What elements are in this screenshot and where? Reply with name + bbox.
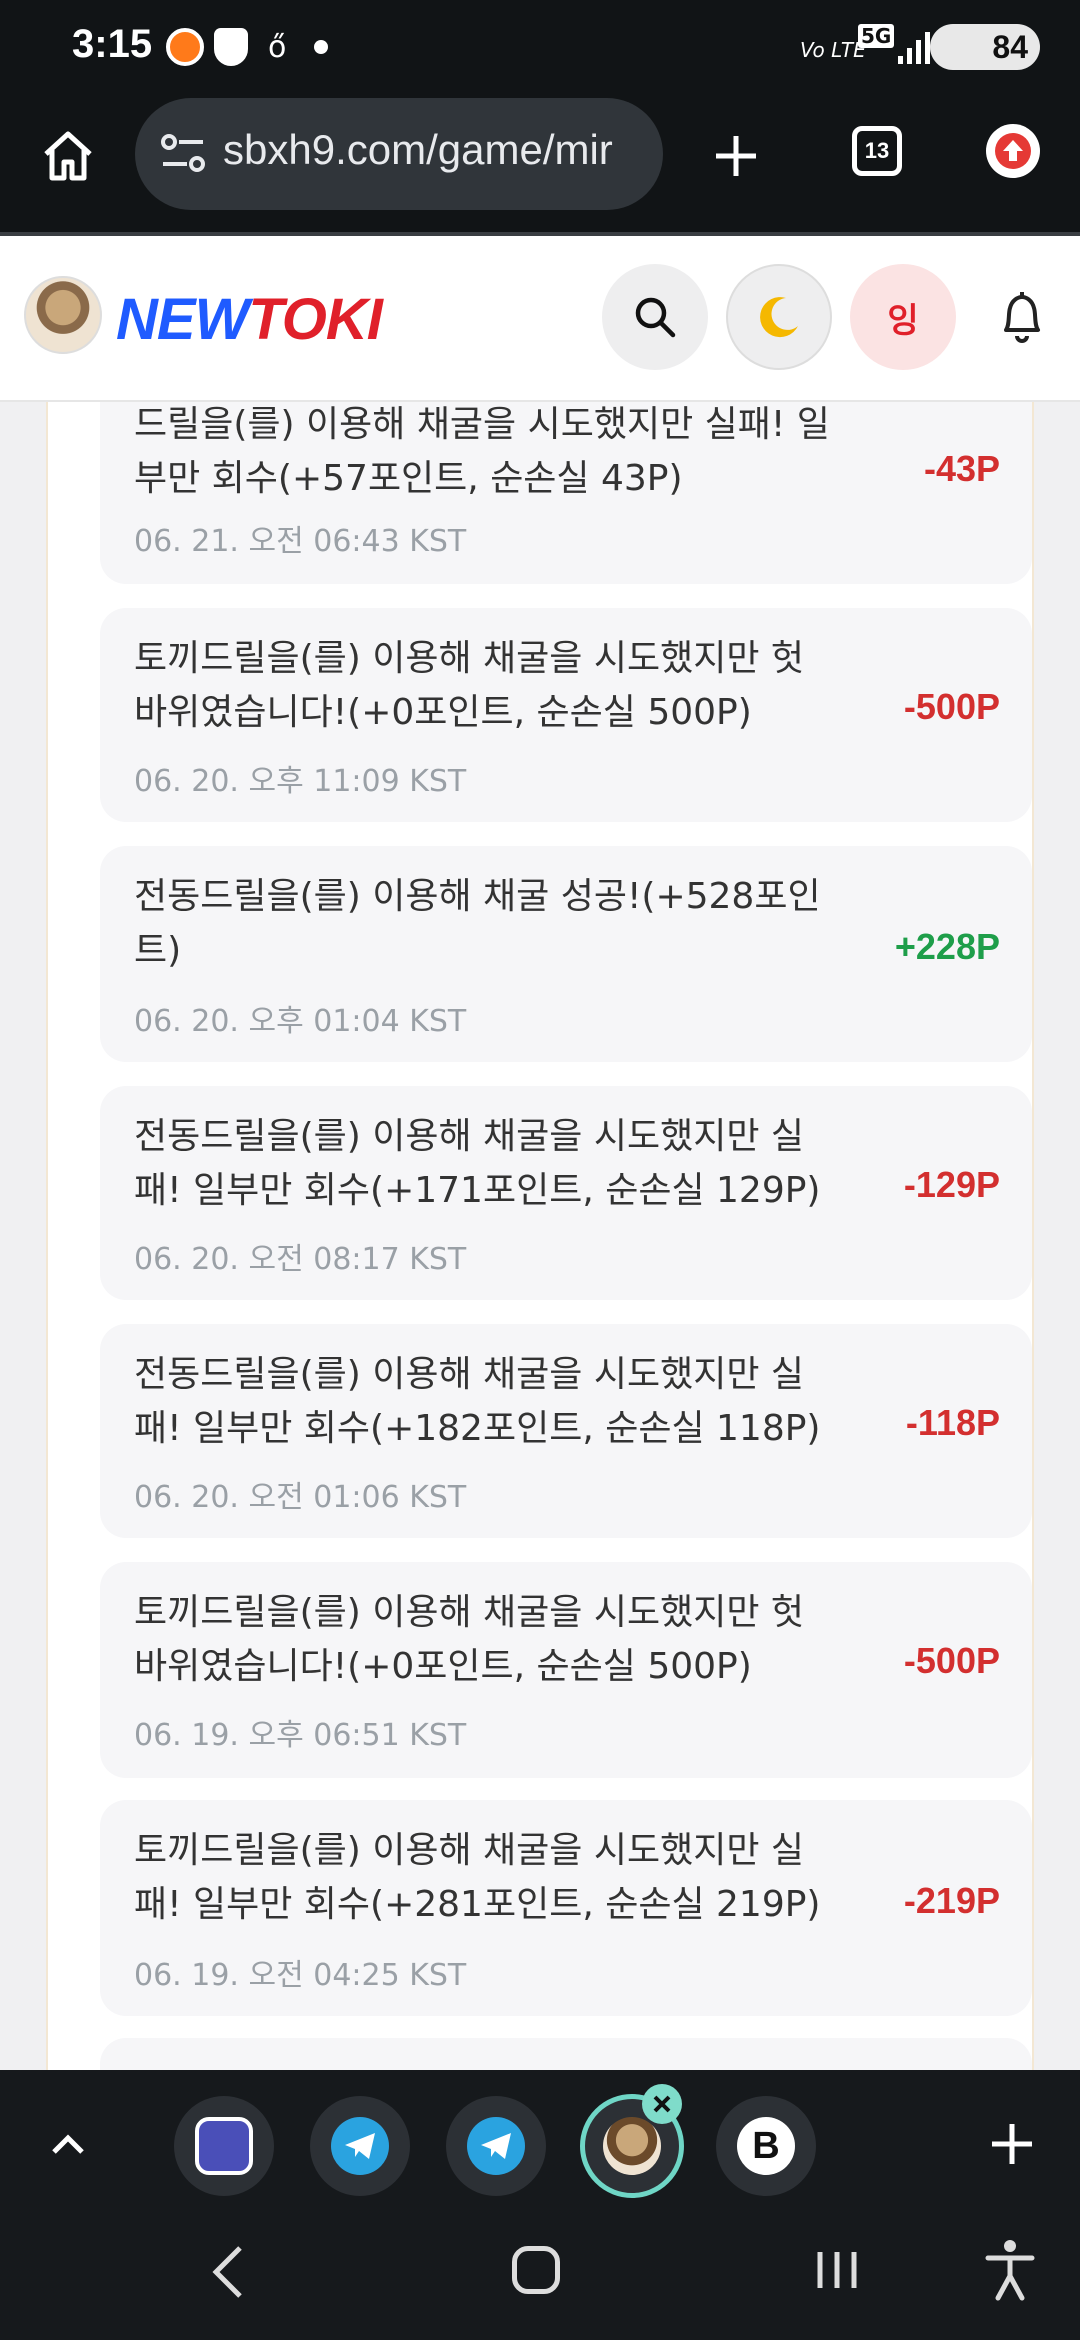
close-icon	[653, 2095, 671, 2113]
history-message: 토끼드릴을(를) 이용해 채굴을 시도했지만 헛바위였습니다!(+0포인트, 순…	[134, 1592, 805, 1687]
app-notification-icon	[166, 28, 204, 66]
site-header: NEWTOKI 잉	[0, 236, 1080, 402]
back-icon[interactable]	[210, 2244, 246, 2300]
browser-toolbar: sbxh9.com/game/mir 13	[0, 96, 1080, 234]
status-time: 3:15	[72, 22, 153, 66]
history-message: 전동드릴을(를) 이용해 채굴을 시도했지만 실패! 일부만 회수(+171포인…	[134, 1116, 821, 1211]
search-button[interactable]	[602, 264, 708, 370]
history-card	[100, 2038, 1032, 2070]
history-card: 드릴을(를) 이용해 채굴을 시도했지만 실패! 일부만 회수(+57포인트, …	[100, 402, 1032, 584]
battery-level: 84	[992, 28, 1028, 65]
tab-switcher-button[interactable]: 13	[852, 126, 902, 176]
user-avatar-button[interactable]: 잉	[850, 264, 956, 370]
history-points: +228P	[894, 926, 1000, 967]
newtoki-tab-icon	[603, 2117, 661, 2175]
b-tab-icon: B	[737, 2117, 795, 2175]
signal-icon	[898, 32, 930, 64]
history-timestamp: 06. 20. 오전 01:06 KST	[134, 1480, 467, 1515]
bell-icon[interactable]	[996, 290, 1048, 346]
history-message: 드릴을(를) 이용해 채굴을 시도했지만 실패! 일부만 회수(+57포인트, …	[134, 404, 830, 499]
site-logo-image[interactable]	[24, 276, 102, 354]
app-tab-icon	[195, 2117, 253, 2175]
update-button[interactable]	[986, 124, 1040, 178]
new-tab-icon[interactable]	[706, 126, 766, 186]
chevron-up-icon[interactable]	[48, 2128, 88, 2158]
add-tab-icon[interactable]	[988, 2120, 1036, 2168]
tab-item[interactable]	[174, 2096, 274, 2196]
tab-item[interactable]: B	[716, 2096, 816, 2196]
network-type-badge: 5G	[858, 24, 895, 48]
logo-toki-text: TOKI	[248, 287, 382, 352]
history-card: 토끼드릴을(를) 이용해 채굴을 시도했지만 헛바위였습니다!(+0포인트, 순…	[100, 1562, 1032, 1778]
history-timestamp: 06. 20. 오후 01:04 KST	[134, 1004, 467, 1039]
system-navigation-bar	[0, 2200, 1080, 2340]
close-tab-button[interactable]	[642, 2084, 682, 2124]
notification-icon: ő	[268, 30, 287, 65]
history-card: 토끼드릴을(를) 이용해 채굴을 시도했지만 실패! 일부만 회수(+281포인…	[100, 1800, 1032, 2016]
history-message: 토끼드릴을(를) 이용해 채굴을 시도했지만 실패! 일부만 회수(+281포인…	[134, 1830, 821, 1925]
history-points: -118P	[905, 1402, 1000, 1443]
volte-label: Vo LTE	[800, 38, 866, 62]
recents-icon[interactable]	[814, 2248, 860, 2292]
home-nav-button[interactable]	[512, 2246, 560, 2294]
search-icon	[635, 297, 676, 338]
site-settings-icon[interactable]	[159, 130, 207, 178]
shield-icon	[214, 28, 248, 66]
history-timestamp: 06. 19. 오후 06:51 KST	[134, 1718, 467, 1753]
history-timestamp: 06. 20. 오전 08:17 KST	[134, 1242, 467, 1277]
history-message: 토끼드릴을(를) 이용해 채굴을 시도했지만 헛바위였습니다!(+0포인트, 순…	[134, 638, 805, 733]
history-message: 전동드릴을(를) 이용해 채굴 성공!(+528포인트)	[134, 876, 821, 971]
history-card: 전동드릴을(를) 이용해 채굴을 시도했지만 실패! 일부만 회수(+182포인…	[100, 1324, 1032, 1538]
history-points: -500P	[903, 1640, 1000, 1681]
dark-mode-button[interactable]	[726, 264, 832, 370]
avatar-initial: 잉	[887, 300, 919, 341]
site-logo[interactable]: NEWTOKI	[116, 286, 383, 353]
address-bar[interactable]: sbxh9.com/game/mir	[135, 98, 663, 210]
home-icon[interactable]	[38, 126, 98, 186]
url-text: sbxh9.com/game/mir	[223, 126, 613, 173]
status-bar: 3:15 ő Vo LTE 5G 84	[0, 0, 1080, 96]
logo-new-text: NEW	[116, 287, 249, 352]
history-panel: 드릴을(를) 이용해 채굴을 시도했지만 실패! 일부만 회수(+57포인트, …	[46, 402, 1034, 2070]
history-timestamp: 06. 19. 오전 04:25 KST	[134, 1958, 467, 1993]
history-card: 전동드릴을(를) 이용해 채굴 성공!(+528포인트) 06. 20. 오후 …	[100, 846, 1032, 1062]
history-points: -43P	[923, 448, 1000, 489]
more-notifications-dot	[314, 40, 328, 54]
history-points: -219P	[903, 1880, 1000, 1921]
tab-count: 13	[864, 138, 890, 163]
history-message: 전동드릴을(를) 이용해 채굴을 시도했지만 실패! 일부만 회수(+182포인…	[134, 1354, 821, 1449]
page-content: 드릴을(를) 이용해 채굴을 시도했지만 실패! 일부만 회수(+57포인트, …	[0, 402, 1080, 2070]
battery-indicator: 84	[930, 24, 1040, 70]
history-timestamp: 06. 20. 오후 11:09 KST	[134, 764, 467, 799]
history-points: -500P	[903, 686, 1000, 727]
update-arrow-icon	[995, 133, 1031, 169]
bottom-tab-strip: B	[0, 2070, 1080, 2200]
history-timestamp: 06. 21. 오전 06:43 KST	[134, 524, 467, 559]
history-card: 토끼드릴을(를) 이용해 채굴을 시도했지만 헛바위였습니다!(+0포인트, 순…	[100, 608, 1032, 822]
history-points: -129P	[903, 1164, 1000, 1205]
telegram-icon	[331, 2117, 389, 2175]
tab-item[interactable]	[310, 2096, 410, 2196]
moon-icon	[760, 297, 798, 338]
tab-item[interactable]	[446, 2096, 546, 2196]
accessibility-icon[interactable]	[984, 2238, 1036, 2302]
telegram-icon	[467, 2117, 525, 2175]
history-card: 전동드릴을(를) 이용해 채굴을 시도했지만 실패! 일부만 회수(+171포인…	[100, 1086, 1032, 1300]
